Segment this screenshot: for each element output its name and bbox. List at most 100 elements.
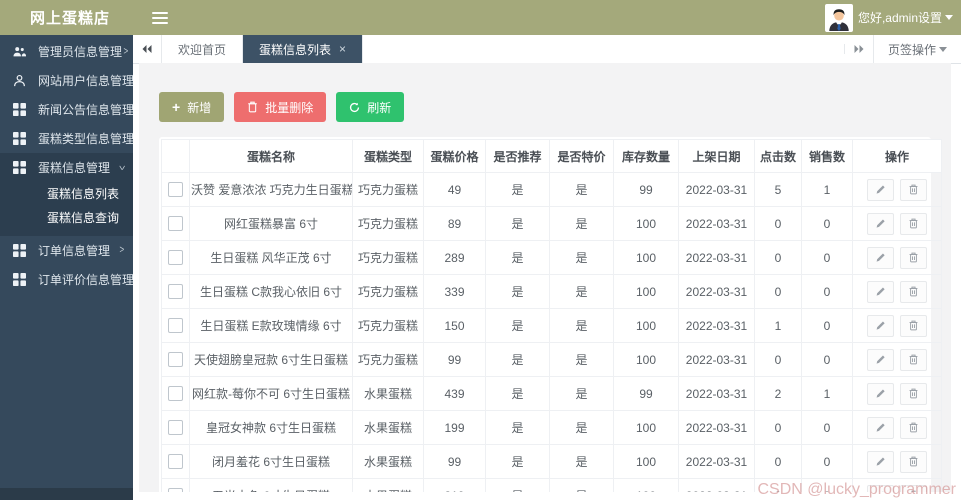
cell-sales: 0 [801,444,853,479]
cell-sales: 1 [801,172,853,207]
cell-actions [852,274,942,309]
cell-clicks: 0 [754,240,802,275]
delete-button[interactable] [900,348,927,371]
sidebar-item-6[interactable]: 订单评价信息管理> [0,265,140,294]
delete-button[interactable] [900,450,927,473]
edit-button[interactable] [867,450,894,473]
avatar[interactable] [824,3,853,32]
cell-date: 2022-03-31 [678,206,755,241]
column-header-sales: 销售数 [801,139,853,173]
delete-button[interactable] [900,484,927,492]
grid-icon [13,102,27,117]
sidebar-group-1: 网站用户信息管理> [0,66,140,95]
table-row: 生日蛋糕 风华正茂 6寸 巧克力蛋糕 289 是是 100 2022-03-31 0 0 [161,240,942,275]
edit-button[interactable] [867,348,894,371]
cell-type: 巧克力蛋糕 [352,308,424,343]
chevron-right-icon: > [119,244,125,257]
cell-date: 2022-03-31 [678,376,755,411]
cell-stock: 100 [613,240,679,275]
sidebar-item-4[interactable]: 蛋糕信息管理 > [0,153,133,182]
edit-button[interactable] [867,382,894,405]
sidebar-group-5: 订单信息管理 > [0,236,133,265]
sidebar-item-1[interactable]: 网站用户信息管理> [0,66,140,95]
cell-clicks: 0 [754,478,802,492]
cell-clicks: 0 [754,206,802,241]
edit-button[interactable] [867,484,894,492]
delete-button[interactable] [900,178,927,201]
tab-label: 欢迎首页 [178,42,227,57]
app-title: 网上蛋糕店 [30,10,111,27]
close-tab-icon[interactable]: × [339,42,346,56]
user-menu[interactable]: 您好,admin设置 [858,9,953,26]
cell-price: 49 [423,172,486,207]
hamburger-icon[interactable] [152,11,169,24]
sidebar-item-0[interactable]: 管理员信息管理 > [0,37,133,66]
cell-special: 是 [549,308,614,343]
edit-button[interactable] [867,280,894,303]
cell-actions [852,206,942,241]
delete-button[interactable] [900,382,927,405]
cell-type: 巧克力蛋糕 [352,172,424,207]
cell-date: 2022-03-31 [678,410,755,445]
sidebar-item-label: 蛋糕信息管理 [38,161,111,175]
scroll-tabs-left-button[interactable] [133,35,162,63]
table-row: 闭月羞花 6寸生日蛋糕 水果蛋糕 99 是是 100 2022-03-31 0 0 [161,444,942,479]
row-checkbox[interactable] [168,488,183,492]
sidebar-item-5[interactable]: 订单信息管理 > [0,236,133,265]
sidebar-subitem[interactable]: 蛋糕信息列表 [0,182,133,206]
sidebar-item-2[interactable]: 新闻公告信息管理> [0,95,140,124]
cell-clicks: 5 [754,172,802,207]
add-button[interactable]: + 新增 [159,92,225,122]
sidebar-subitem[interactable]: 蛋糕信息查询 [0,206,133,230]
delete-button[interactable] [900,212,927,235]
cell-stock: 100 [613,206,679,241]
row-checkbox[interactable] [168,318,183,334]
delete-button[interactable] [900,314,927,337]
cell-stock: 99 [613,376,679,411]
row-checkbox[interactable] [168,420,183,436]
row-checkbox[interactable] [168,454,183,470]
add-button-label: 新增 [187,100,212,115]
delete-button[interactable] [900,280,927,303]
delete-button[interactable] [900,246,927,269]
batch-delete-button[interactable]: 批量删除 [234,92,327,122]
sidebar: 管理员信息管理>网站用户信息管理>新闻公告信息管理>蛋糕类型信息管理>蛋糕信息管… [0,35,140,500]
row-checkbox[interactable] [168,250,183,266]
cell-special: 是 [549,478,614,492]
grid-icon [13,160,27,175]
row-checkbox[interactable] [168,216,183,232]
cell-clicks: 0 [754,444,802,479]
sidebar-item-3[interactable]: 蛋糕类型信息管理> [0,124,140,153]
cell-type: 巧克力蛋糕 [352,342,424,377]
column-header-type: 蛋糕类型 [352,139,424,173]
tab-0[interactable]: 欢迎首页 [162,35,244,63]
scroll-tabs-right-button[interactable] [843,44,873,54]
sidebar-group-0: 管理员信息管理 > [0,37,133,66]
edit-button[interactable] [867,212,894,235]
edit-button[interactable] [867,246,894,269]
delete-button[interactable] [900,416,927,439]
edit-button[interactable] [867,178,894,201]
row-checkbox[interactable] [168,352,183,368]
tabbar: 欢迎首页 蛋糕信息列表 × 页签操作 [133,35,961,64]
cell-date: 2022-03-31 [678,478,755,492]
cell-special: 是 [549,376,614,411]
tab-operations-dropdown[interactable]: 页签操作 [872,35,961,63]
cell-name: 沃赞 爱意浓浓 巧克力生日蛋糕 [189,172,353,207]
edit-button[interactable] [867,416,894,439]
row-checkbox[interactable] [168,386,183,402]
refresh-label: 刷新 [367,100,392,115]
caret-down-icon [945,15,953,20]
sidebar-group-2: 新闻公告信息管理> [0,95,140,124]
cell-date: 2022-03-31 [678,172,755,207]
row-checkbox[interactable] [168,182,183,198]
edit-button[interactable] [867,314,894,337]
cell-special: 是 [549,240,614,275]
cell-checkbox [161,410,190,445]
tab-1[interactable]: 蛋糕信息列表 × [243,35,364,63]
cell-type: 巧克力蛋糕 [352,274,424,309]
row-checkbox[interactable] [168,284,183,300]
cell-price: 150 [423,308,486,343]
cell-date: 2022-03-31 [678,274,755,309]
refresh-button[interactable]: 刷新 [336,92,405,122]
